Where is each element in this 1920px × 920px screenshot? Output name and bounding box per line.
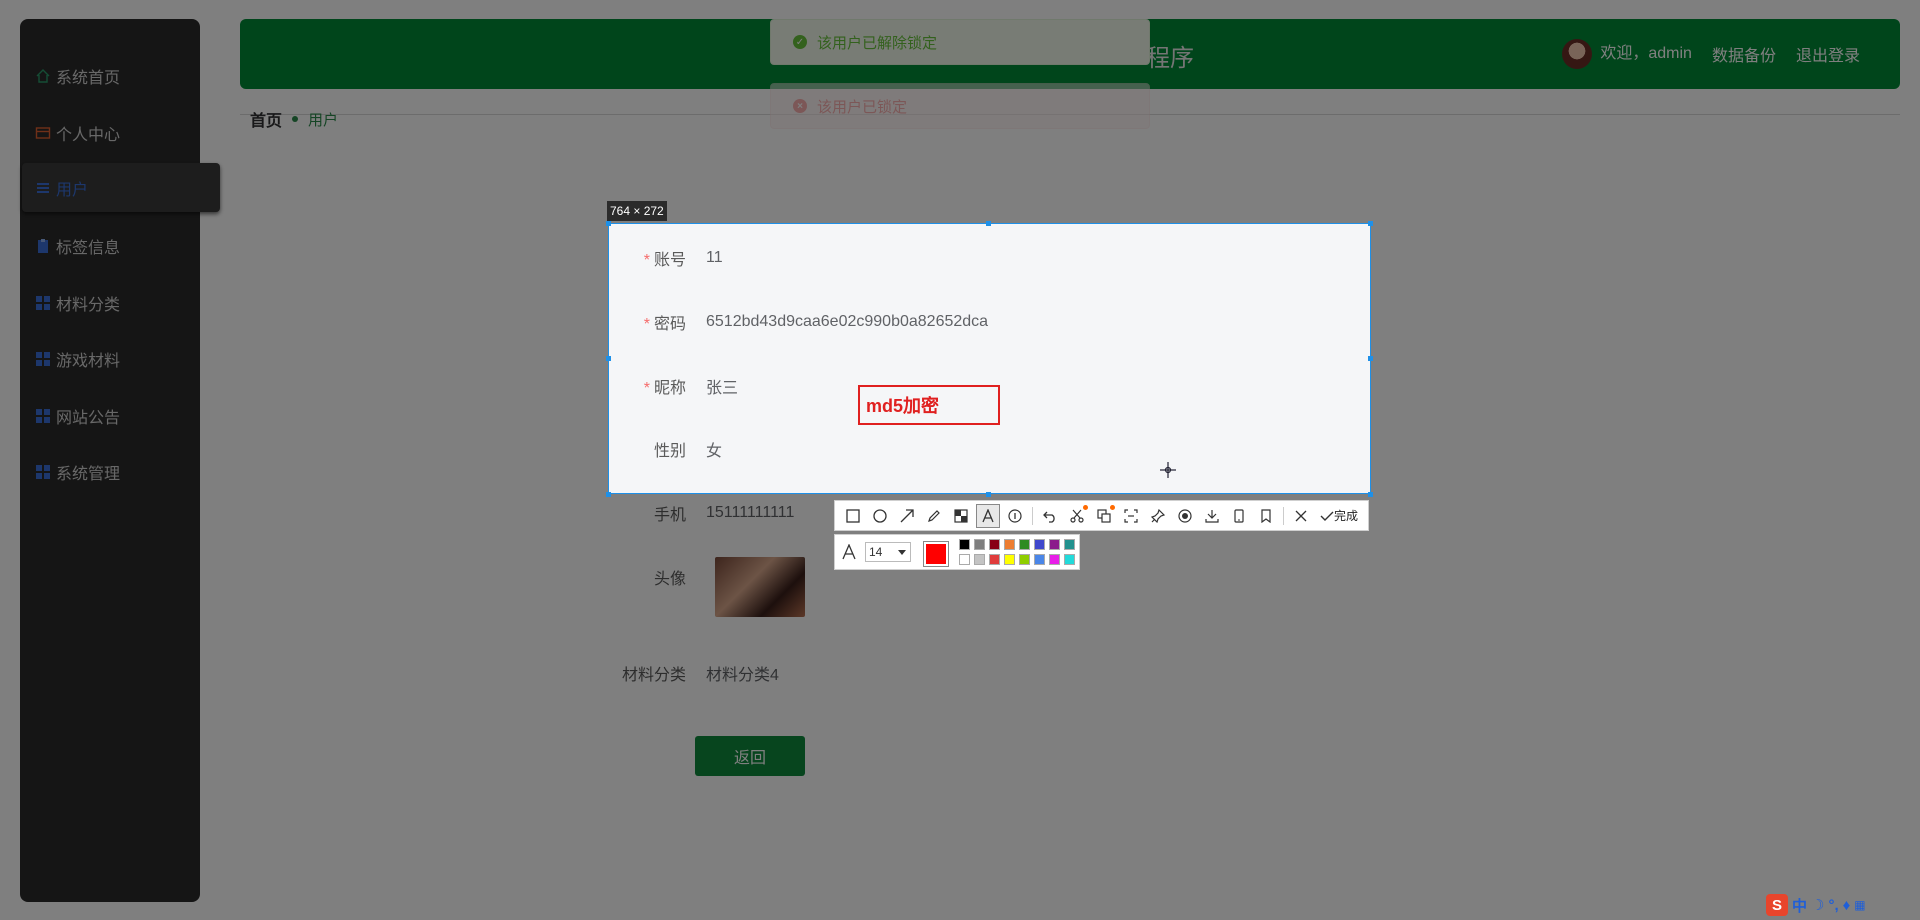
rectangle-tool-icon[interactable] bbox=[841, 504, 865, 528]
current-color-swatch[interactable] bbox=[923, 541, 949, 567]
color-swatch[interactable] bbox=[989, 539, 1000, 550]
toolbar-divider bbox=[1283, 506, 1284, 525]
selection-size-label: 764 × 272 bbox=[607, 201, 667, 221]
color-swatch[interactable] bbox=[989, 554, 1000, 565]
resize-handle-ne[interactable] bbox=[1368, 221, 1373, 226]
font-size-select[interactable]: 14 bbox=[865, 542, 911, 562]
toolbar-divider bbox=[1032, 506, 1033, 525]
color-swatch[interactable] bbox=[1004, 554, 1015, 565]
color-swatch[interactable] bbox=[959, 539, 970, 550]
moon-icon[interactable]: ☽ bbox=[1811, 896, 1824, 914]
download-icon[interactable] bbox=[1200, 504, 1224, 528]
scissors-icon[interactable] bbox=[1065, 504, 1089, 528]
grid-menu-icon[interactable]: ▦ bbox=[1854, 898, 1865, 912]
phone-send-icon[interactable] bbox=[1227, 504, 1251, 528]
bookmark-icon[interactable] bbox=[1254, 504, 1278, 528]
resize-handle-se[interactable] bbox=[1368, 492, 1373, 497]
arrow-tool-icon[interactable] bbox=[895, 504, 919, 528]
mosaic-tool-icon[interactable] bbox=[949, 504, 973, 528]
selected-account-row: * 账号 11 bbox=[643, 249, 723, 269]
color-swatch[interactable] bbox=[1034, 539, 1045, 550]
sogou-icon[interactable]: S bbox=[1766, 894, 1788, 916]
font-size-icon bbox=[842, 544, 856, 560]
record-icon[interactable] bbox=[1173, 504, 1197, 528]
ime-mode-label[interactable]: 中 bbox=[1792, 895, 1807, 916]
color-swatch[interactable] bbox=[1004, 539, 1015, 550]
ime-tray: S 中 ☽ °, ♦ ▦ bbox=[1766, 893, 1866, 917]
done-button[interactable]: 完成 bbox=[1320, 507, 1358, 524]
text-annotation[interactable]: md5加密 bbox=[858, 385, 1000, 425]
ellipse-tool-icon[interactable] bbox=[868, 504, 892, 528]
ocr-icon[interactable] bbox=[1119, 504, 1143, 528]
resize-handle-sw[interactable] bbox=[606, 492, 611, 497]
number-tool-icon[interactable] bbox=[1003, 504, 1027, 528]
selected-gender-row: 性别 女 bbox=[653, 443, 723, 460]
color-swatch[interactable] bbox=[959, 554, 970, 565]
resize-handle-s[interactable] bbox=[986, 492, 991, 497]
text-options-bar: 14 bbox=[834, 534, 1080, 570]
punctuation-icon[interactable]: °, bbox=[1828, 897, 1838, 914]
screenshot-dim-top bbox=[0, 0, 1920, 223]
color-swatch[interactable] bbox=[1034, 554, 1045, 565]
resize-handle-w[interactable] bbox=[606, 356, 611, 361]
screenshot-dim-left bbox=[0, 223, 608, 920]
translate-icon[interactable] bbox=[1092, 504, 1116, 528]
color-swatch[interactable] bbox=[974, 554, 985, 565]
color-swatch[interactable] bbox=[1049, 539, 1060, 550]
color-swatch[interactable] bbox=[1064, 539, 1075, 550]
done-label: 完成 bbox=[1334, 509, 1359, 523]
undo-icon[interactable] bbox=[1038, 504, 1062, 528]
check-icon bbox=[1320, 511, 1334, 521]
resize-handle-nw[interactable] bbox=[606, 221, 611, 226]
crosshair-cursor-icon bbox=[1160, 462, 1176, 478]
color-swatch[interactable] bbox=[1064, 554, 1075, 565]
pen-tool-icon[interactable] bbox=[922, 504, 946, 528]
resize-handle-e[interactable] bbox=[1368, 356, 1373, 361]
color-swatch[interactable] bbox=[1049, 554, 1060, 565]
shirt-icon[interactable]: ♦ bbox=[1843, 897, 1851, 914]
screenshot-toolbar: 完成 bbox=[834, 500, 1369, 531]
color-swatch[interactable] bbox=[1019, 539, 1030, 550]
selected-password-row: * 密码 6512bd43d9caa6e02c990b0a82652dca bbox=[643, 313, 989, 333]
color-swatch[interactable] bbox=[1019, 554, 1030, 565]
pin-icon[interactable] bbox=[1146, 504, 1170, 528]
color-swatch[interactable] bbox=[974, 539, 985, 550]
text-tool-icon[interactable] bbox=[976, 503, 1000, 528]
screenshot-dim-right bbox=[1371, 223, 1920, 920]
resize-handle-n[interactable] bbox=[986, 221, 991, 226]
chevron-down-icon bbox=[898, 550, 906, 555]
close-icon[interactable] bbox=[1289, 504, 1313, 528]
